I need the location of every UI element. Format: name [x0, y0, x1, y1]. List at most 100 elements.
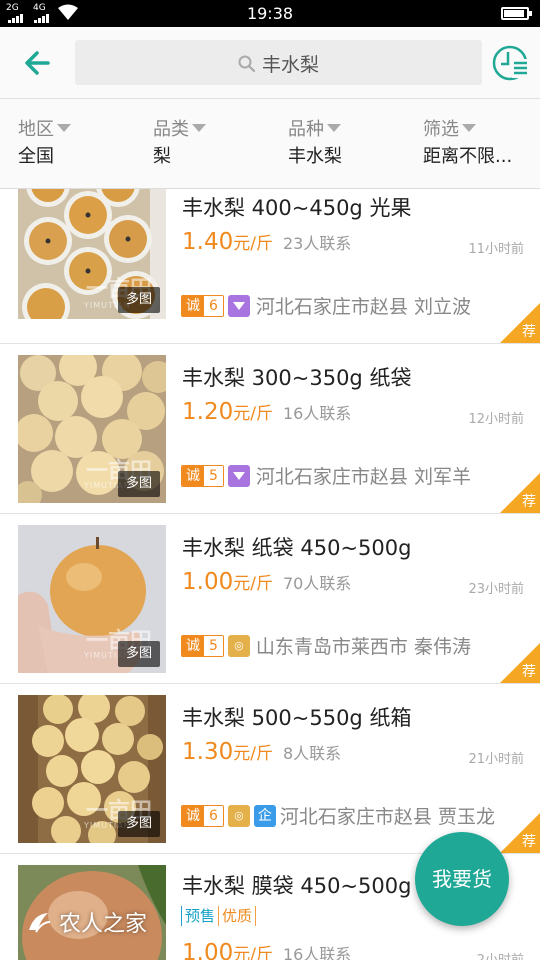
price-unit: 元/斤 [233, 744, 273, 764]
request-goods-button[interactable]: 我要货 [415, 832, 509, 926]
post-time: 21小时前 [468, 752, 524, 767]
recommend-label: 荐 [522, 494, 536, 510]
integrity-label: 诚 [182, 295, 204, 316]
search-placeholder: 丰水梨 [261, 54, 319, 76]
list-item[interactable]: 一亩田 YIMUTIAN 多图 丰水梨 纸袋 450~500g 1.00元/斤 7… [0, 514, 540, 684]
product-title: 丰水梨 纸袋 450~500g [182, 536, 412, 560]
product-image[interactable]: 一亩田 YIMUTIAN 多图 [18, 695, 166, 843]
gold-coin-icon: ◎ [227, 634, 250, 657]
contact-count: 16人联系 [282, 945, 352, 960]
price-value: 1.20 [182, 399, 234, 425]
integrity-badge: 诚6 [181, 804, 224, 827]
list-item[interactable]: 一亩田 YIMUTIAN 多图 丰水梨 500~550g 纸箱 1.30元/斤 8… [0, 684, 540, 854]
seller-location: 山东青岛市莱西市 秦伟涛 [255, 636, 471, 658]
caret-down-icon [192, 124, 206, 132]
integrity-badge: 诚6 [181, 294, 224, 317]
product-title: 丰水梨 400~450g 光果 [182, 196, 412, 220]
recommend-corner: 荐 [500, 303, 540, 343]
integrity-level: 5 [204, 465, 223, 486]
filter-region[interactable]: 地区 全国 [18, 119, 71, 168]
product-price: 1.30元/斤 8人联系 [182, 739, 341, 765]
battery-icon [501, 7, 532, 20]
filter-region-value: 全国 [18, 146, 54, 167]
clock: 19:38 [246, 4, 294, 23]
price-unit: 元/斤 [233, 945, 273, 960]
seller-badges: 诚5 ◎ 山东青岛市莱西市 秦伟涛 [181, 632, 471, 659]
list-item[interactable]: 一亩田 YIMUTIAN 多图 丰水梨 400~450g 光果 1.40元/斤 2… [0, 189, 540, 344]
recommend-label: 荐 [522, 834, 536, 850]
caret-down-icon [57, 124, 71, 132]
tag-quality: 优质 [219, 906, 257, 926]
seller-location: 河北石家庄市赵县 刘军羊 [255, 466, 471, 488]
recommend-label: 荐 [522, 664, 536, 680]
filter-region-label: 地区 [18, 119, 54, 140]
filter-category-value: 梨 [153, 146, 171, 167]
product-image[interactable]: 一亩田 YIMUTIAN 多图 [18, 189, 166, 319]
multi-image-badge: 多图 [118, 471, 160, 497]
recommend-corner: 荐 [500, 643, 540, 683]
integrity-label: 诚 [182, 635, 204, 656]
filter-variety[interactable]: 品种 丰水梨 [288, 119, 342, 168]
caret-down-icon [327, 124, 341, 132]
product-price: 1.20元/斤 16人联系 [182, 399, 351, 425]
brand-logo-icon [29, 913, 51, 933]
filter-category[interactable]: 品类 梨 [153, 119, 206, 168]
multi-image-badge: 多图 [118, 287, 160, 313]
price-unit: 元/斤 [233, 404, 273, 424]
product-title: 丰水梨 膜袋 450~500g [182, 874, 412, 898]
filter-bar: 地区 全国 品类 梨 品种 丰水梨 筛选 距离不限... [0, 99, 540, 189]
recommend-corner: 荐 [500, 473, 540, 513]
integrity-badge: 诚5 [181, 634, 224, 657]
product-image[interactable]: 一亩田 YIMUTIAN 多图 [18, 525, 166, 673]
contact-count: 70人联系 [282, 574, 352, 593]
integrity-label: 诚 [182, 465, 204, 486]
top-bar: 丰水梨 [0, 27, 540, 99]
multi-image-badge: 多图 [118, 641, 160, 667]
product-title: 丰水梨 500~550g 纸箱 [182, 706, 412, 730]
filter-screen-value: 距离不限... [423, 146, 513, 167]
history-list-icon[interactable] [492, 44, 530, 82]
post-time: 2小时前 [477, 949, 524, 960]
multi-image-badge: 多图 [118, 811, 160, 837]
product-price: 1.00元/斤 70人联系 [182, 569, 351, 595]
price-value: 1.40 [182, 229, 234, 255]
integrity-badge: 诚5 [181, 464, 224, 487]
gold-coin-icon: ◎ [227, 804, 250, 827]
product-image[interactable]: 一亩田 YIMUTIAN 多图 [18, 355, 166, 503]
seller-badges: 诚6 ◎ 企 河北石家庄市赵县 贾玉龙 [181, 802, 495, 829]
brand-text: 农人之家 [59, 912, 148, 937]
recommend-label: 荐 [522, 324, 536, 340]
caret-down-icon [462, 124, 476, 132]
tag-presale: 预售 [181, 906, 220, 926]
contact-count: 8人联系 [282, 744, 342, 763]
product-price: 1.00元/斤 16人联系 [182, 940, 351, 960]
product-title: 丰水梨 300~350g 纸袋 [182, 366, 412, 390]
status-bar: 2G 4G 19:38 [0, 0, 540, 27]
price-unit: 元/斤 [233, 574, 273, 594]
list-item[interactable]: 一亩田 YIMUTIAN 多图 丰水梨 300~350g 纸袋 1.20元/斤1… [0, 344, 540, 514]
product-tags: 预售 优质 [181, 906, 257, 926]
seller-location: 河北石家庄市赵县 刘立波 [255, 296, 471, 318]
filter-category-label: 品类 [153, 119, 189, 140]
post-time: 23小时前 [468, 582, 524, 597]
post-time: 11小时前 [468, 242, 524, 257]
price-value: 1.30 [182, 739, 234, 765]
filter-screen[interactable]: 筛选 距离不限... [423, 119, 512, 168]
post-time: 12小时前 [468, 412, 524, 427]
integrity-label: 诚 [182, 805, 204, 826]
search-input[interactable]: 丰水梨 [75, 40, 482, 85]
seller-location: 河北石家庄市赵县 贾玉龙 [279, 806, 495, 828]
seller-badges: 诚6 河北石家庄市赵县 刘立波 [181, 292, 471, 319]
product-price: 1.40元/斤 23人联系 [182, 229, 351, 255]
price-value: 1.00 [182, 569, 234, 595]
integrity-level: 6 [204, 295, 223, 316]
contact-count: 23人联系 [282, 234, 352, 253]
vip-diamond-icon [227, 294, 250, 317]
back-arrow-icon[interactable] [18, 43, 60, 83]
contact-count: 16人联系 [282, 404, 352, 423]
seller-badges: 诚5 河北石家庄市赵县 刘军羊 [181, 462, 471, 489]
vip-diamond-icon [227, 464, 250, 487]
price-unit: 元/斤 [233, 234, 273, 254]
price-value: 1.00 [182, 940, 234, 960]
filter-variety-value: 丰水梨 [288, 146, 342, 167]
